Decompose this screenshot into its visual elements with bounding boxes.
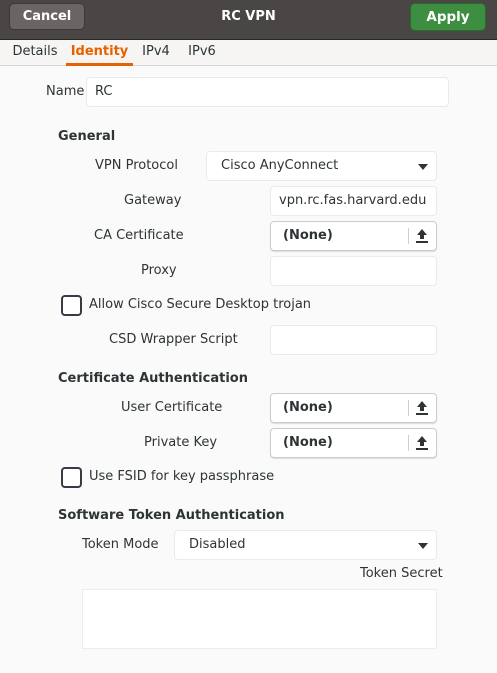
token-mode-label: Token Mode <box>82 537 159 552</box>
upload-icon <box>416 401 428 415</box>
proxy-field[interactable] <box>270 256 437 286</box>
csd-wrapper-field[interactable] <box>270 325 437 355</box>
gateway-label: Gateway <box>124 193 182 208</box>
private-key-value: (None) <box>283 435 333 450</box>
section-general-title: General <box>58 129 116 144</box>
vpn-protocol-select[interactable]: Cisco AnyConnect <box>206 151 437 181</box>
user-certificate-chooser[interactable]: (None) <box>270 393 437 423</box>
tab-details[interactable]: Details <box>5 40 65 66</box>
vpn-protocol-label: VPN Protocol <box>95 158 178 173</box>
header-bar: Cancel RC VPN Apply <box>0 0 497 40</box>
user-certificate-label: User Certificate <box>121 400 223 415</box>
ca-certificate-label: CA Certificate <box>94 228 184 243</box>
csd-trojan-checkbox[interactable] <box>61 295 82 316</box>
csd-wrapper-label: CSD Wrapper Script <box>109 332 238 347</box>
private-key-label: Private Key <box>144 435 218 450</box>
chooser-separator <box>408 400 409 416</box>
fsid-label[interactable]: Use FSID for key passphrase <box>89 469 274 484</box>
gateway-field[interactable]: vpn.rc.fas.harvard.edu <box>270 186 437 216</box>
upload-icon <box>416 229 428 243</box>
chevron-down-icon <box>418 543 428 549</box>
token-secret-textarea[interactable] <box>82 589 437 649</box>
token-mode-value: Disabled <box>189 537 246 552</box>
proxy-label: Proxy <box>141 263 177 278</box>
upload-icon <box>416 436 428 450</box>
user-certificate-value: (None) <box>283 400 333 415</box>
fsid-checkbox[interactable] <box>61 467 82 488</box>
tab-identity[interactable]: Identity <box>66 40 133 66</box>
tab-bar: Details Identity IPv4 IPv6 <box>0 40 497 66</box>
section-cert-auth-title: Certificate Authentication <box>58 371 248 386</box>
name-label: Name <box>46 84 85 99</box>
cancel-button[interactable]: Cancel <box>9 3 85 30</box>
tab-ipv4[interactable]: IPv4 <box>136 40 176 66</box>
vpn-protocol-value: Cisco AnyConnect <box>221 158 339 173</box>
ca-certificate-chooser[interactable]: (None) <box>270 221 437 251</box>
section-token-auth-title: Software Token Authentication <box>58 508 285 523</box>
ca-certificate-value: (None) <box>283 228 333 243</box>
chooser-separator <box>408 228 409 244</box>
chooser-separator <box>408 435 409 451</box>
tab-ipv6[interactable]: IPv6 <box>182 40 222 66</box>
token-secret-label: Token Secret <box>360 566 443 581</box>
token-mode-select[interactable]: Disabled <box>174 530 437 560</box>
csd-trojan-label[interactable]: Allow Cisco Secure Desktop trojan <box>89 297 311 312</box>
private-key-chooser[interactable]: (None) <box>270 428 437 458</box>
name-field[interactable]: RC <box>86 77 449 107</box>
chevron-down-icon <box>418 164 428 170</box>
apply-button[interactable]: Apply <box>410 3 486 31</box>
